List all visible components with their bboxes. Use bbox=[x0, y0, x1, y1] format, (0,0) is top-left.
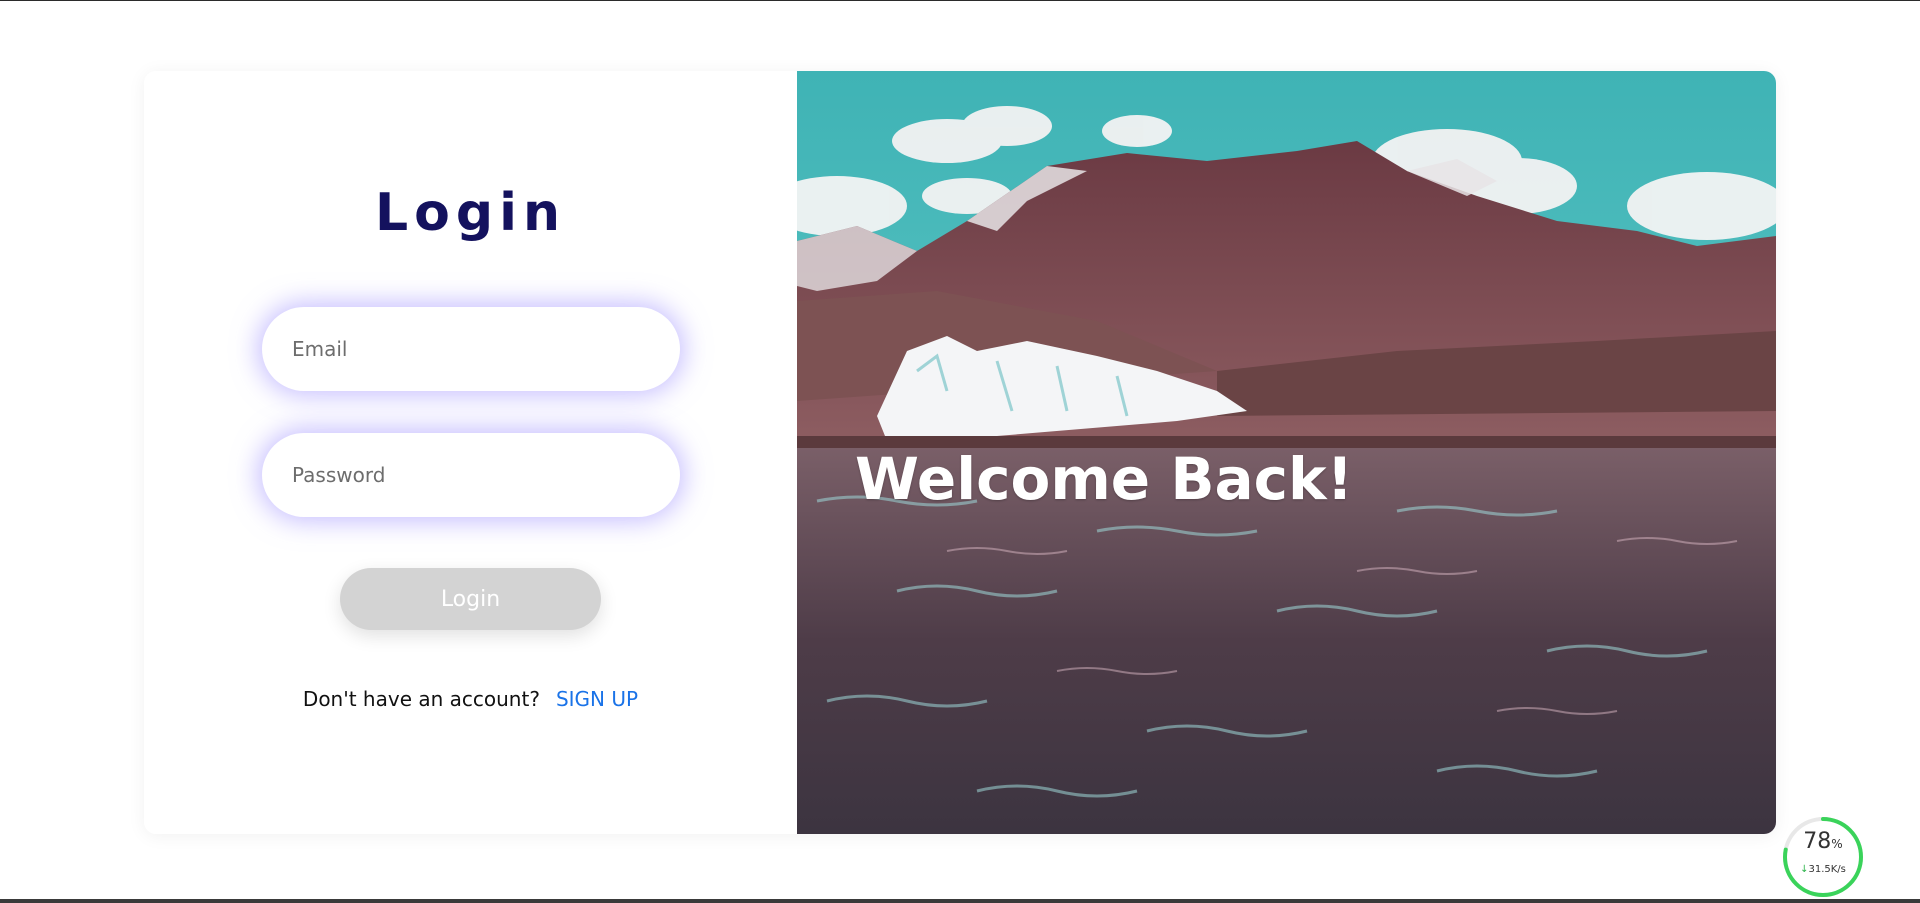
hero-image-panel: Welcome Back! bbox=[797, 71, 1776, 834]
login-button[interactable]: Login bbox=[340, 568, 601, 630]
window-bottom-border bbox=[0, 899, 1920, 903]
signup-link[interactable]: SIGN UP bbox=[556, 687, 638, 711]
network-speed-widget[interactable]: 78% ↓31.5K/s bbox=[1782, 816, 1864, 898]
login-title: Login bbox=[375, 183, 566, 243]
password-field[interactable] bbox=[262, 433, 680, 517]
signup-prompt: Don't have an account? bbox=[302, 687, 540, 711]
email-field[interactable] bbox=[262, 307, 680, 391]
login-form-panel: Login Login Don't have an account? SIGN U… bbox=[144, 71, 797, 834]
speed-percent-unit: % bbox=[1831, 837, 1843, 851]
window-top-border bbox=[0, 0, 1920, 1]
speed-percent-value: 78 bbox=[1803, 829, 1832, 854]
welcome-heading: Welcome Back! bbox=[855, 445, 1354, 513]
speed-rate: ↓31.5K/s bbox=[1782, 864, 1864, 875]
email-input[interactable] bbox=[290, 336, 652, 362]
speed-rate-value: 31.5K/s bbox=[1808, 864, 1846, 875]
login-card: Login Login Don't have an account? SIGN U… bbox=[144, 71, 1776, 834]
speed-percent: 78% bbox=[1782, 829, 1864, 854]
signup-row: Don't have an account? SIGN UP bbox=[144, 687, 797, 711]
password-input[interactable] bbox=[290, 462, 652, 488]
